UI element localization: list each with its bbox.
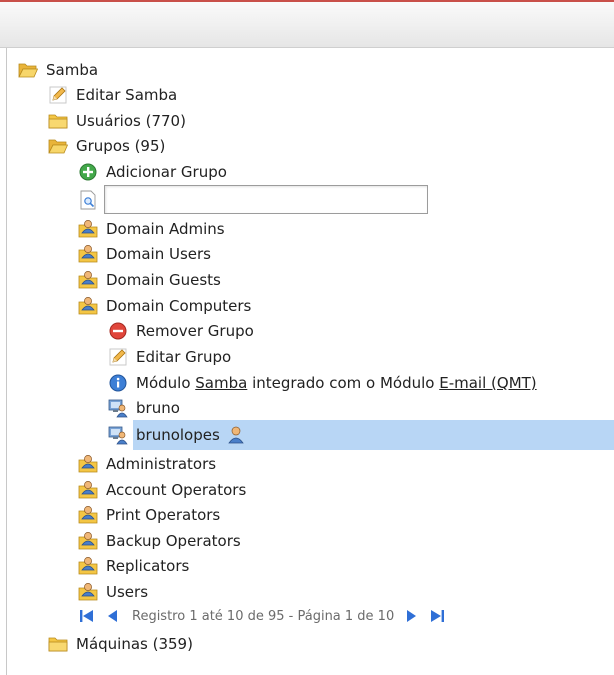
member-label: brunolopes	[136, 426, 220, 444]
group-folder-icon	[78, 582, 98, 602]
pagination-info: Registro 1 até 10 de 95 - Página 1 de 10	[132, 608, 395, 624]
pencil-icon	[48, 85, 68, 105]
tree-node-groups[interactable]: Grupos (95)	[48, 134, 165, 158]
group-item[interactable]: Domain Guests	[78, 268, 221, 292]
member-label: bruno	[136, 399, 180, 417]
header-bar	[0, 0, 614, 48]
info-text-part: Módulo	[136, 374, 196, 392]
group-label: Administrators	[106, 455, 217, 473]
panel-border	[6, 48, 7, 675]
computer-user-icon	[108, 398, 128, 418]
group-item[interactable]: Backup Operators	[78, 529, 241, 553]
group-folder-icon	[78, 531, 98, 551]
remove-group-label: Remover Grupo	[136, 322, 254, 340]
remove-group-link[interactable]: Remover Grupo	[108, 319, 254, 343]
folder-icon	[48, 634, 68, 654]
group-item[interactable]: Domain Admins	[78, 217, 225, 241]
group-label: Backup Operators	[106, 532, 241, 550]
email-qmt-link[interactable]: E-mail (QMT)	[439, 374, 536, 392]
folder-open-icon	[18, 60, 38, 80]
tree-node-label: Samba	[46, 61, 99, 79]
info-icon	[108, 373, 128, 393]
user-icon	[226, 425, 246, 445]
edit-group-link[interactable]: Editar Grupo	[108, 345, 231, 369]
group-label: Users	[106, 583, 149, 601]
group-label: Replicators	[106, 557, 190, 575]
search-row	[78, 188, 106, 212]
group-search-input[interactable]	[104, 185, 428, 214]
group-label: Account Operators	[106, 481, 247, 499]
tree-node-users[interactable]: Usuários (770)	[48, 109, 186, 133]
users-label: Usuários (770)	[76, 112, 186, 130]
tree-node-machines[interactable]: Máquinas (359)	[48, 632, 193, 656]
group-folder-icon	[78, 244, 98, 264]
pencil-icon	[108, 347, 128, 367]
info-text-part: integrado com o Módulo	[247, 374, 440, 392]
folder-open-icon	[48, 136, 68, 156]
previous-page-icon[interactable]	[104, 607, 122, 625]
group-item[interactable]: Account Operators	[78, 478, 246, 502]
group-folder-icon	[78, 480, 98, 500]
groups-label: Grupos (95)	[76, 137, 166, 155]
edit-group-label: Editar Grupo	[136, 348, 232, 366]
info-text: Módulo Samba integrado com o Módulo E-ma…	[136, 373, 537, 393]
add-group-label: Adicionar Grupo	[106, 163, 227, 181]
group-item-expanded[interactable]: Domain Computers	[78, 294, 251, 318]
group-label: Domain Computers	[106, 297, 252, 315]
group-item[interactable]: Domain Users	[78, 242, 211, 266]
add-icon	[78, 162, 98, 182]
computer-user-icon	[108, 425, 128, 445]
group-folder-icon	[78, 505, 98, 525]
group-label: Domain Users	[106, 245, 211, 263]
edit-samba-label: Editar Samba	[76, 86, 178, 104]
first-page-icon[interactable]	[78, 607, 96, 625]
next-page-icon[interactable]	[402, 607, 420, 625]
group-item[interactable]: Administrators	[78, 452, 216, 476]
group-folder-icon	[78, 296, 98, 316]
tree-node-samba[interactable]: Samba	[18, 58, 98, 82]
search-document-icon	[78, 190, 98, 210]
machines-label: Máquinas (359)	[76, 635, 193, 653]
folder-icon	[48, 111, 68, 131]
member-item[interactable]: bruno	[108, 396, 180, 420]
group-folder-icon	[78, 219, 98, 239]
group-item[interactable]: Replicators	[78, 554, 189, 578]
group-item[interactable]: Users	[78, 580, 148, 604]
group-label: Domain Guests	[106, 271, 221, 289]
member-item-selected[interactable]: brunolopes	[108, 423, 254, 447]
info-message: Módulo Samba integrado com o Módulo E-ma…	[108, 371, 537, 395]
last-page-icon[interactable]	[428, 607, 446, 625]
group-folder-icon	[78, 556, 98, 576]
group-item[interactable]: Print Operators	[78, 503, 220, 527]
group-label: Domain Admins	[106, 220, 225, 238]
edit-samba-link[interactable]: Editar Samba	[48, 83, 177, 107]
add-group-link[interactable]: Adicionar Grupo	[78, 160, 227, 184]
group-folder-icon	[78, 270, 98, 290]
group-label: Print Operators	[106, 506, 221, 524]
pagination: Registro 1 até 10 de 95 - Página 1 de 10	[78, 604, 454, 628]
group-folder-icon	[78, 454, 98, 474]
remove-icon	[108, 321, 128, 341]
samba-link[interactable]: Samba	[195, 374, 247, 392]
